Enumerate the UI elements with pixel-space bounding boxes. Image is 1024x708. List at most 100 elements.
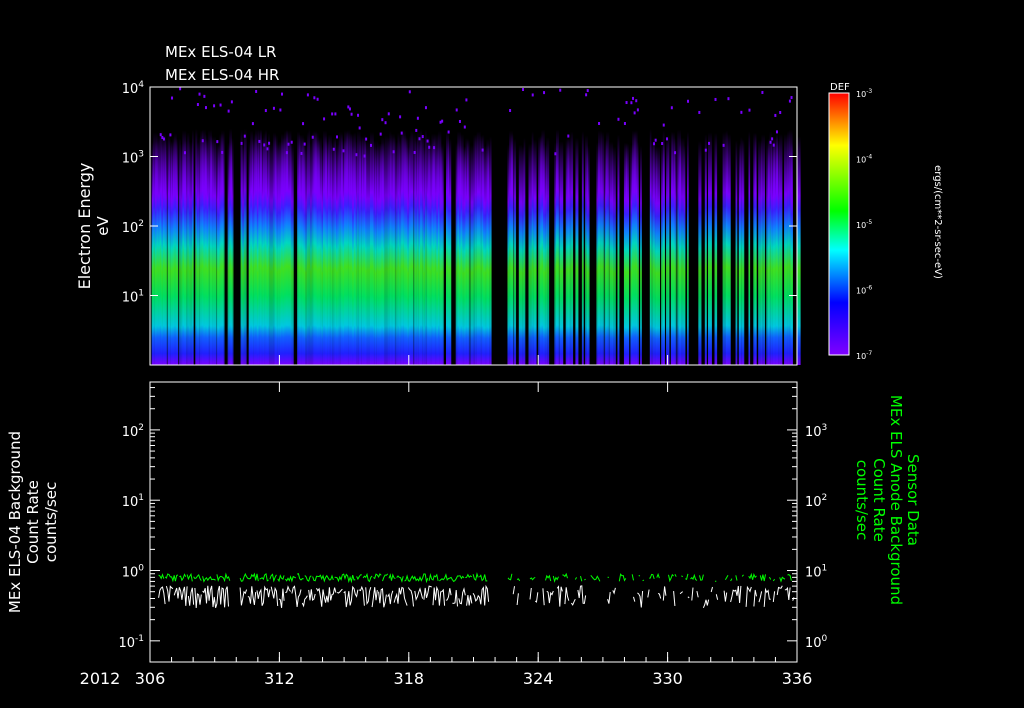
spectrogram-pixel	[708, 141, 711, 145]
spectrogram-pixel	[465, 98, 468, 102]
series-line-green	[656, 572, 660, 579]
series-line-green	[507, 573, 513, 581]
spectrogram-panel: 101 102 103 104 MEx ELS-04 LR MEx ELS-04 HR El…	[75, 43, 801, 366]
spectrogram-column	[408, 135, 411, 365]
spectrogram-column	[748, 131, 751, 365]
spectrogram-column	[761, 134, 766, 365]
series-line-white	[687, 596, 690, 599]
spectrogram-column	[674, 137, 677, 365]
series-line-green	[404, 573, 429, 584]
spectrogram-pixel	[183, 151, 186, 155]
spectrogram-column	[183, 140, 188, 365]
series-line-white	[758, 591, 763, 603]
colorbar-tick-label: 10-4	[856, 154, 872, 165]
series-line-green	[674, 573, 677, 577]
spectrogram-pixel	[290, 140, 293, 144]
year-label: 2012	[80, 669, 121, 688]
series-line-green	[631, 574, 634, 581]
spectrogram-pixel	[714, 97, 717, 101]
spectrogram-pixel	[455, 108, 458, 112]
series-line-white	[432, 585, 446, 606]
series-line-white	[516, 593, 519, 606]
x-tick-label: 330	[652, 669, 683, 688]
x-tick-label: 312	[264, 669, 295, 688]
series-line-green	[312, 574, 334, 583]
spectrogram-column	[306, 131, 309, 365]
series-line-white	[165, 585, 174, 602]
colorbar-tick-label: 10-6	[856, 285, 872, 296]
spectrogram-column	[518, 144, 523, 365]
spectrogram-pixel	[748, 108, 751, 112]
spectrogram-column	[533, 139, 537, 365]
spectrogram-column	[334, 136, 337, 365]
y-tick-label-right: 101	[805, 564, 827, 581]
series-line-white	[564, 587, 570, 605]
series-line-white	[647, 589, 650, 598]
series-line-white	[542, 588, 545, 606]
series-line-white	[343, 585, 359, 608]
series-line-white	[407, 587, 414, 607]
spectrogram-pixel	[387, 112, 390, 116]
spectrogram-pixel	[357, 113, 360, 117]
series-line-green	[642, 579, 645, 582]
series-line-green	[685, 573, 689, 581]
spectrogram-pixel	[421, 135, 424, 139]
spectrogram-pixel	[653, 142, 656, 146]
series-line-green	[580, 575, 583, 582]
spectrogram-column	[617, 134, 620, 365]
series-line-white	[715, 594, 719, 600]
series-line-white	[445, 588, 452, 601]
spectrogram-column	[708, 132, 712, 365]
spectrogram-pixel	[687, 99, 690, 103]
series-line-green	[681, 575, 683, 578]
series-line-green	[164, 573, 179, 583]
spectrogram-pixel	[458, 119, 461, 123]
spectrogram-column	[784, 133, 788, 365]
spectrogram-column	[567, 137, 571, 365]
spectrogram-pixel	[740, 110, 743, 114]
series-line-green	[382, 573, 389, 582]
spectrogram-pixel	[313, 96, 316, 100]
spectrogram-pixel	[384, 121, 387, 125]
series-line-green	[768, 576, 772, 580]
y-axis-label: Electron Energy	[75, 163, 94, 290]
spectrogram-column	[248, 141, 251, 365]
spectrogram-pixel	[775, 130, 778, 134]
spectrogram-column	[447, 138, 452, 365]
series-line-white	[414, 587, 424, 601]
series-line-green	[772, 578, 776, 582]
y-tick-label: 104	[122, 80, 145, 97]
series-line-green	[356, 574, 362, 581]
x-tick-label: 318	[394, 669, 425, 688]
series-line-white	[452, 590, 458, 607]
series-line-white	[512, 586, 515, 595]
series-line-white	[291, 585, 302, 607]
series-line-white	[657, 592, 662, 599]
spectrogram-pixel	[227, 109, 230, 113]
spectrogram-column	[598, 130, 602, 365]
spectrogram-pixel	[264, 109, 267, 113]
spectrogram-column	[546, 137, 550, 365]
series-line-white	[270, 586, 279, 607]
spectrogram-column	[754, 133, 757, 365]
series-line-white	[607, 592, 611, 604]
series-line-green	[373, 573, 382, 580]
panel-title-lr: MEx ELS-04 LR	[165, 43, 276, 61]
spectrogram-column	[543, 144, 547, 365]
series-line-white	[378, 588, 387, 608]
spectrogram-column	[310, 142, 312, 365]
series-line-white	[336, 588, 343, 594]
spectrogram-pixel	[761, 90, 764, 94]
series-line-green	[334, 573, 356, 584]
series-line-white	[753, 589, 757, 607]
spectrogram-pixel	[635, 99, 638, 103]
series-line-white	[158, 586, 166, 605]
spectrogram-column	[259, 129, 262, 365]
spectrogram-pixel	[670, 106, 673, 110]
series-line-white	[393, 586, 408, 606]
series-line-green	[787, 574, 792, 581]
spectrogram-column	[581, 131, 584, 365]
spectrogram-pixel	[213, 104, 216, 108]
series-line-white	[673, 591, 676, 606]
series-line-white	[784, 586, 791, 600]
